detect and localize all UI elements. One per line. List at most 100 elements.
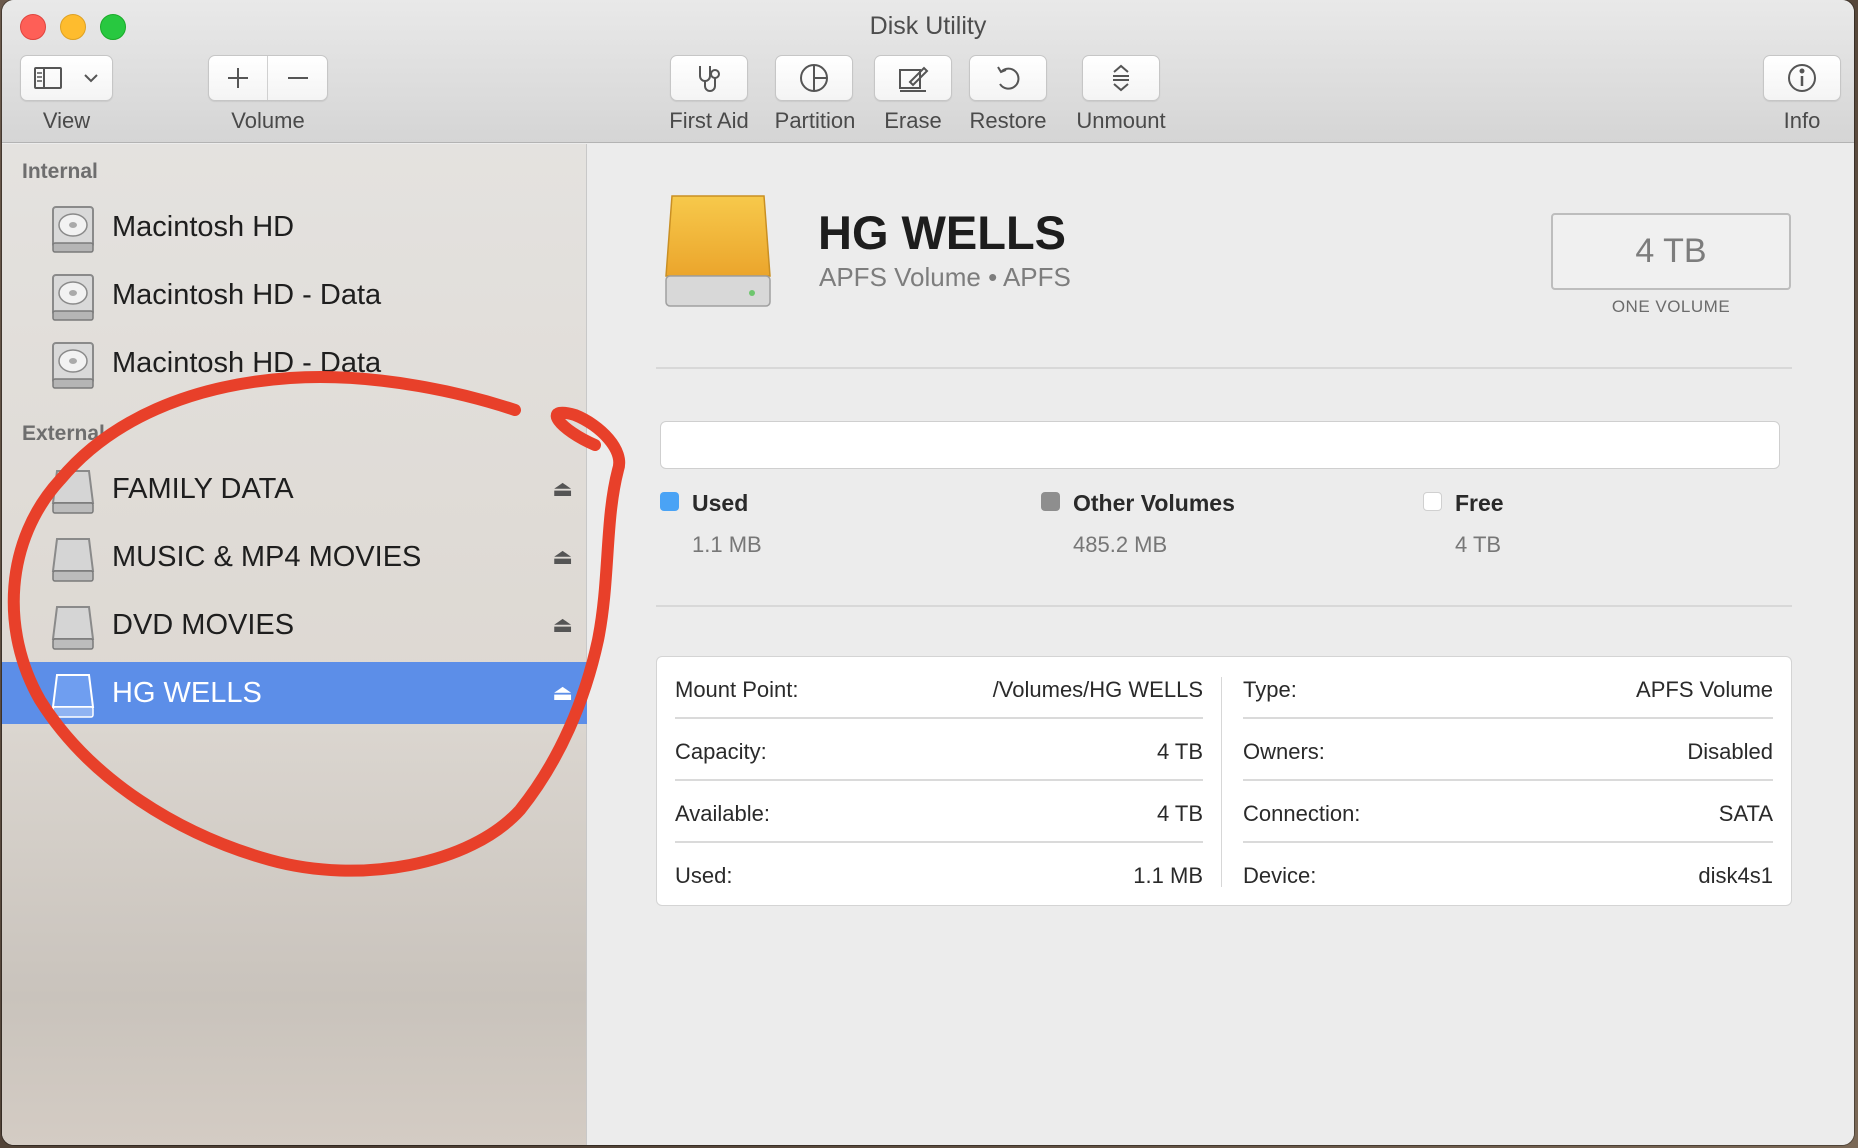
info-row-available: Available: 4 TB	[675, 781, 1203, 843]
capacity-caption: ONE VOLUME	[1611, 297, 1731, 316]
sidebar-item-music-mp4-movies[interactable]: MUSIC & MP4 MOVIES ⏏	[2, 526, 587, 588]
external-disk-icon	[51, 470, 95, 514]
volume-segmented-control	[208, 55, 328, 101]
sidebar-item-macintosh-hd-data-2[interactable]: Macintosh HD - Data	[2, 332, 587, 394]
sidebar-section-internal: Internal	[22, 160, 98, 183]
capacity-badge: 4 TB	[1551, 213, 1791, 290]
disk-utility-window: Disk Utility View Volume First Aid Parti…	[2, 0, 1854, 1145]
usage-bar	[660, 421, 1780, 469]
sidebar-item-label: Macintosh HD - Data	[112, 278, 382, 311]
view-label: View	[42, 108, 91, 133]
external-disk-icon	[51, 674, 95, 718]
eject-icon[interactable]: ⏏	[552, 680, 573, 706]
info-row-connection: Connection: SATA	[1243, 781, 1773, 843]
sidebar-item-macintosh-hd-data[interactable]: Macintosh HD - Data	[2, 264, 587, 326]
legend-used-value: 1.1 MB	[692, 532, 762, 557]
volume-drive-icon	[665, 195, 771, 307]
info-key: Mount Point:	[675, 677, 799, 702]
info-value: /Volumes/HG WELLS	[992, 677, 1203, 702]
info-table-column-divider	[1221, 677, 1222, 887]
unmount-button[interactable]	[1082, 55, 1160, 101]
divider	[656, 367, 1792, 369]
eject-icon[interactable]: ⏏	[552, 476, 573, 502]
remove-volume-button[interactable]	[268, 56, 327, 100]
sidebar-item-label: FAMILY DATA	[112, 472, 294, 505]
minus-icon	[287, 77, 308, 79]
info-row-used: Used: 1.1 MB	[675, 843, 1203, 905]
unmount-icon	[1113, 64, 1129, 92]
sidebar-item-family-data[interactable]: FAMILY DATA ⏏	[2, 458, 587, 520]
info-label: Info	[1783, 108, 1821, 133]
sidebar-item-label: Macintosh HD - Data	[112, 346, 382, 379]
sidebar-toggle-icon	[33, 67, 62, 89]
legend-other-value: 485.2 MB	[1073, 532, 1168, 557]
sidebar-item-label: HG WELLS	[112, 676, 262, 709]
info-table: Mount Point: /Volumes/HG WELLS Capacity:…	[656, 656, 1792, 906]
restore-arrow-icon	[997, 66, 1020, 90]
view-button[interactable]	[20, 55, 113, 101]
sidebar-item-label: Macintosh HD	[112, 210, 295, 243]
info-row-mount-point: Mount Point: /Volumes/HG WELLS	[675, 657, 1203, 719]
eject-icon[interactable]: ⏏	[552, 612, 573, 638]
plus-icon	[228, 68, 248, 88]
info-key: Connection:	[1243, 801, 1361, 826]
info-key: Used:	[675, 863, 733, 888]
info-key: Available:	[675, 801, 770, 826]
info-icon	[1788, 64, 1816, 92]
legend-free-swatch	[1423, 492, 1442, 511]
sidebar-item-label: MUSIC & MP4 MOVIES	[112, 540, 422, 573]
chevron-down-icon	[83, 74, 98, 83]
toolbar: Disk Utility View Volume First Aid Parti…	[2, 0, 1854, 143]
legend-used-swatch	[660, 492, 679, 511]
volume-name: HG WELLS	[818, 206, 1067, 259]
sidebar-item-dvd-movies[interactable]: DVD MOVIES ⏏	[2, 594, 587, 656]
restore-label: Restore	[969, 108, 1047, 133]
sidebar-section-external: External	[22, 422, 105, 445]
restore-button[interactable]	[969, 55, 1047, 101]
add-volume-button[interactable]	[209, 56, 268, 100]
pie-partition-icon	[800, 64, 828, 92]
erase-pencil-icon	[899, 66, 929, 92]
info-row-capacity: Capacity: 4 TB	[675, 719, 1203, 781]
volume-label: Volume	[231, 108, 305, 133]
info-key: Capacity:	[675, 739, 767, 764]
info-row-device: Device: disk4s1	[1243, 843, 1773, 905]
divider	[656, 605, 1792, 607]
info-value: Disabled	[1687, 739, 1773, 764]
window-title: Disk Utility	[869, 12, 987, 40]
info-value: disk4s1	[1698, 863, 1773, 888]
legend-other-swatch	[1041, 492, 1060, 511]
info-value: APFS Volume	[1636, 677, 1773, 702]
legend-free-value: 4 TB	[1455, 532, 1502, 557]
info-row-type: Type: APFS Volume	[1243, 657, 1773, 719]
info-key: Type:	[1243, 677, 1297, 702]
legend-other-label: Other Volumes	[1073, 490, 1235, 516]
legend-used-label: Used	[692, 490, 749, 516]
erase-label: Erase	[884, 108, 942, 133]
info-row-owners: Owners: Disabled	[1243, 719, 1773, 781]
unmount-label: Unmount	[1076, 108, 1166, 133]
external-disk-icon	[51, 606, 95, 650]
partition-label: Partition	[774, 108, 856, 133]
main-panel	[588, 144, 1854, 1145]
info-key: Owners:	[1243, 739, 1325, 764]
internal-disk-icon	[52, 274, 94, 321]
partition-button[interactable]	[775, 55, 853, 101]
info-button[interactable]	[1763, 55, 1841, 101]
internal-disk-icon	[52, 342, 94, 389]
sidebar: Internal Macintosh HD Macintosh HD - Dat…	[2, 144, 587, 1145]
info-key: Device:	[1243, 863, 1317, 888]
stethoscope-icon	[699, 66, 720, 92]
volume-subtitle: APFS Volume • APFS	[819, 262, 1071, 292]
info-value: SATA	[1718, 801, 1773, 826]
legend-free-label: Free	[1455, 490, 1504, 516]
first-aid-button[interactable]	[670, 55, 748, 101]
sidebar-item-hg-wells[interactable]: HG WELLS ⏏	[2, 662, 587, 724]
internal-disk-icon	[52, 206, 94, 253]
eject-icon[interactable]: ⏏	[552, 544, 573, 570]
sidebar-item-label: DVD MOVIES	[112, 608, 295, 641]
erase-button[interactable]	[874, 55, 952, 101]
info-value: 4 TB	[1156, 739, 1203, 764]
info-value: 1.1 MB	[1133, 863, 1203, 888]
sidebar-item-macintosh-hd[interactable]: Macintosh HD	[2, 196, 587, 258]
